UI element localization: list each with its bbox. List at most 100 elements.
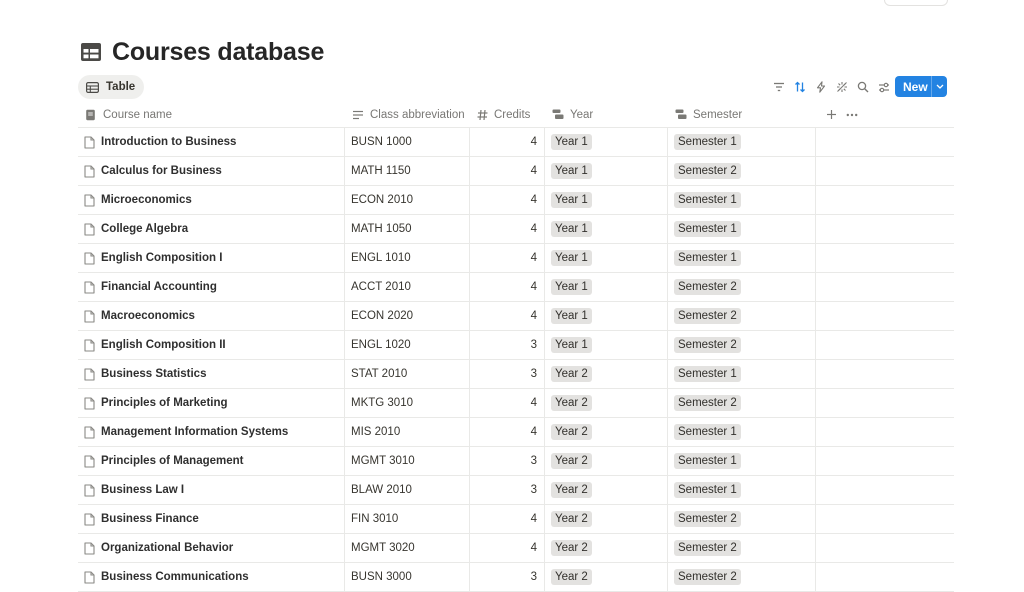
year-cell[interactable]: Year 1 [545,302,668,330]
course-name-cell[interactable]: Business Finance [78,505,345,533]
chevron-down-icon[interactable] [932,84,947,89]
course-name-cell[interactable]: English Composition II [78,331,345,359]
credits-cell[interactable]: 4 [470,389,545,417]
course-name-cell[interactable]: College Algebra [78,215,345,243]
course-name-cell[interactable]: Business Communications [78,563,345,591]
semester-cell[interactable]: Semester 2 [668,273,816,301]
year-cell[interactable]: Year 2 [545,563,668,591]
year-cell[interactable]: Year 1 [545,128,668,156]
credits-cell[interactable]: 4 [470,302,545,330]
course-name-cell[interactable]: Business Law I [78,476,345,504]
course-name-cell[interactable]: Organizational Behavior [78,534,345,562]
more-options-icon[interactable] [846,113,858,117]
ai-sparkle-icon[interactable] [831,77,852,97]
year-cell[interactable]: Year 2 [545,447,668,475]
semester-cell[interactable]: Semester 2 [668,563,816,591]
table-row[interactable]: Business Law I BLAW 2010 3 Year 2 Semester 1 [78,476,954,505]
credits-cell[interactable]: 4 [470,418,545,446]
column-header-credits[interactable]: Credits [470,102,545,127]
course-name-cell[interactable]: Principles of Marketing [78,389,345,417]
class-abbreviation-cell[interactable]: ECON 2010 [345,186,470,214]
year-cell[interactable]: Year 1 [545,273,668,301]
credits-cell[interactable]: 4 [470,128,545,156]
credits-cell[interactable]: 3 [470,331,545,359]
table-row[interactable]: Microeconomics ECON 2010 4 Year 1 Semester 1 [78,186,954,215]
year-cell[interactable]: Year 2 [545,389,668,417]
year-cell[interactable]: Year 2 [545,418,668,446]
course-name-cell[interactable]: Macroeconomics [78,302,345,330]
credits-cell[interactable]: 3 [470,476,545,504]
credits-cell[interactable]: 4 [470,157,545,185]
credits-cell[interactable]: 3 [470,360,545,388]
class-abbreviation-cell[interactable]: ECON 2020 [345,302,470,330]
course-name-cell[interactable]: Business Statistics [78,360,345,388]
year-cell[interactable]: Year 1 [545,157,668,185]
semester-cell[interactable]: Semester 2 [668,534,816,562]
semester-cell[interactable]: Semester 2 [668,157,816,185]
table-row[interactable]: Introduction to Business BUSN 1000 4 Year 1… [78,128,954,157]
semester-cell[interactable]: Semester 2 [668,505,816,533]
class-abbreviation-cell[interactable]: BUSN 1000 [345,128,470,156]
plus-icon[interactable] [826,109,837,120]
course-name-cell[interactable]: Microeconomics [78,186,345,214]
table-row[interactable]: English Composition I ENGL 1010 4 Year 1 Sem… [78,244,954,273]
class-abbreviation-cell[interactable]: ENGL 1010 [345,244,470,272]
credits-cell[interactable]: 4 [470,505,545,533]
class-abbreviation-cell[interactable]: MATH 1050 [345,215,470,243]
class-abbreviation-cell[interactable]: MKTG 3010 [345,389,470,417]
class-abbreviation-cell[interactable]: BUSN 3000 [345,563,470,591]
table-row[interactable]: College Algebra MATH 1050 4 Year 1 Semester … [78,215,954,244]
table-row[interactable]: Principles of Management MGMT 3010 3 Year 2… [78,447,954,476]
year-cell[interactable]: Year 1 [545,331,668,359]
course-name-cell[interactable]: Management Information Systems [78,418,345,446]
course-name-cell[interactable]: Introduction to Business [78,128,345,156]
course-name-cell[interactable]: English Composition I [78,244,345,272]
table-row[interactable]: English Composition II ENGL 1020 3 Year 1 Se… [78,331,954,360]
column-header-year[interactable]: Year [545,102,668,127]
semester-cell[interactable]: Semester 1 [668,186,816,214]
year-cell[interactable]: Year 2 [545,476,668,504]
class-abbreviation-cell[interactable]: ENGL 1020 [345,331,470,359]
semester-cell[interactable]: Semester 1 [668,476,816,504]
year-cell[interactable]: Year 1 [545,244,668,272]
table-row[interactable]: Principles of Marketing MKTG 3010 4 Year 2 S… [78,389,954,418]
semester-cell[interactable]: Semester 2 [668,389,816,417]
top-right-button[interactable] [884,0,948,6]
class-abbreviation-cell[interactable]: MATH 1150 [345,157,470,185]
year-cell[interactable]: Year 2 [545,505,668,533]
semester-cell[interactable]: Semester 1 [668,215,816,243]
year-cell[interactable]: Year 1 [545,215,668,243]
table-row[interactable]: Financial Accounting ACCT 2010 4 Year 1 Seme… [78,273,954,302]
credits-cell[interactable]: 4 [470,534,545,562]
class-abbreviation-cell[interactable]: MGMT 3010 [345,447,470,475]
search-icon[interactable] [852,77,873,97]
credits-cell[interactable]: 3 [470,447,545,475]
semester-cell[interactable]: Semester 2 [668,302,816,330]
semester-cell[interactable]: Semester 1 [668,418,816,446]
year-cell[interactable]: Year 1 [545,186,668,214]
column-header-semester[interactable]: Semester [668,102,816,127]
course-name-cell[interactable]: Principles of Management [78,447,345,475]
credits-cell[interactable]: 4 [470,186,545,214]
automation-icon[interactable] [810,77,831,97]
year-cell[interactable]: Year 2 [545,534,668,562]
credits-cell[interactable]: 4 [470,273,545,301]
semester-cell[interactable]: Semester 1 [668,244,816,272]
course-name-cell[interactable]: Calculus for Business [78,157,345,185]
semester-cell[interactable]: Semester 1 [668,128,816,156]
semester-cell[interactable]: Semester 2 [668,331,816,359]
table-row[interactable]: Business Statistics STAT 2010 3 Year 2 Semes… [78,360,954,389]
class-abbreviation-cell[interactable]: STAT 2010 [345,360,470,388]
table-row[interactable]: Management Information Systems MIS 2010 4 Y… [78,418,954,447]
table-row[interactable]: Organizational Behavior MGMT 3020 4 Year 2 S… [78,534,954,563]
class-abbreviation-cell[interactable]: ACCT 2010 [345,273,470,301]
credits-cell[interactable]: 4 [470,215,545,243]
new-button[interactable]: New [895,76,947,97]
table-row[interactable]: Calculus for Business MATH 1150 4 Year 1 Sem… [78,157,954,186]
course-name-cell[interactable]: Financial Accounting [78,273,345,301]
tab-table-view[interactable]: Table [78,75,145,99]
settings-sliders-icon[interactable] [873,77,894,97]
credits-cell[interactable]: 4 [470,244,545,272]
column-header-class-abbreviation[interactable]: Class abbreviation [345,102,470,127]
table-row[interactable]: Business Finance FIN 3010 4 Year 2 Semester … [78,505,954,534]
